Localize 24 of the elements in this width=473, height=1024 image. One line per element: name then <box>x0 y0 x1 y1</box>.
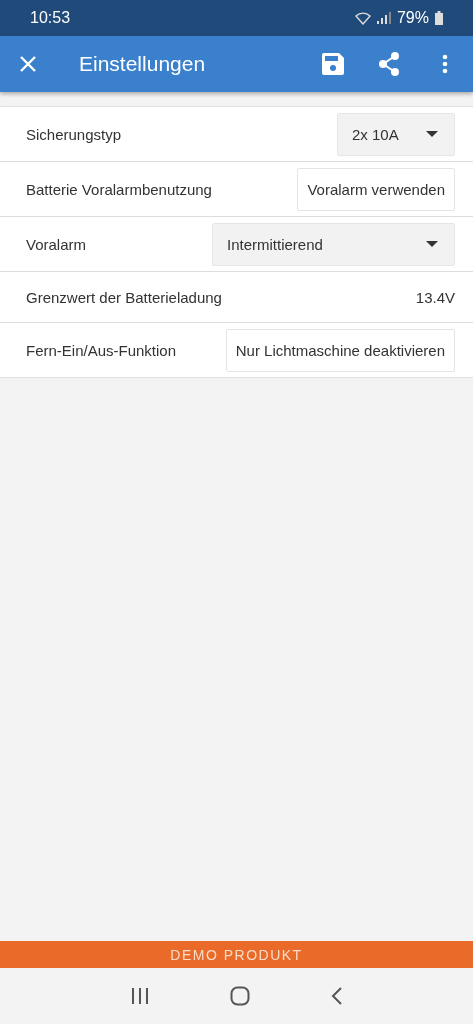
demo-banner: DEMO PRODUKT <box>0 941 473 968</box>
home-icon[interactable] <box>229 986 250 1006</box>
battery-icon <box>435 11 443 25</box>
signal-icon <box>376 12 391 24</box>
setting-label: Fern-Ein/Aus-Funktion <box>26 341 177 359</box>
setting-label: Batterie Voralarmbenutzung <box>26 180 212 198</box>
setting-label: Voralarm <box>26 235 87 253</box>
setting-label: Grenzwert der Batterieladung <box>26 288 222 306</box>
battery-percent: 79% <box>396 9 429 27</box>
option-button[interactable]: Nur Lichtmaschine deaktivieren <box>225 328 455 372</box>
screen-title: Einstellungen <box>79 52 207 76</box>
share-icon[interactable] <box>377 52 401 76</box>
recent-apps-icon[interactable] <box>130 987 149 1005</box>
back-icon[interactable] <box>330 987 343 1005</box>
status-time: 10:53 <box>30 9 71 27</box>
option-button[interactable]: Voralarm verwenden <box>297 167 455 211</box>
setting-label: Sicherungstyp <box>26 125 122 143</box>
caret-icon <box>426 131 438 137</box>
dropdown[interactable]: Intermittierend <box>212 222 455 266</box>
dropdown[interactable]: 2x 10A <box>337 112 455 156</box>
wifi-icon <box>354 11 371 25</box>
save-icon[interactable] <box>321 52 345 76</box>
setting-value: 13.4V <box>415 288 455 306</box>
caret-icon <box>426 241 438 247</box>
